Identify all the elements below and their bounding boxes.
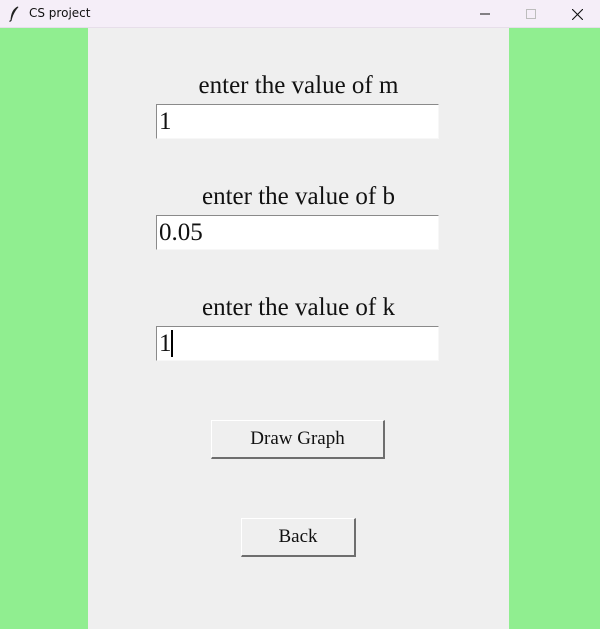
- app-window: CS project enter the value of m enter th…: [0, 0, 600, 629]
- m-input[interactable]: [156, 104, 439, 139]
- maximize-button[interactable]: [508, 0, 554, 28]
- b-label: enter the value of b: [202, 183, 395, 210]
- feather-icon: [8, 6, 20, 22]
- title-bar[interactable]: CS project: [0, 0, 600, 28]
- minimize-button[interactable]: [462, 0, 508, 28]
- window-title: CS project: [29, 6, 91, 20]
- left-green-panel: [0, 28, 88, 629]
- minimize-icon: [480, 9, 490, 19]
- close-button[interactable]: [554, 0, 600, 28]
- m-label: enter the value of m: [198, 72, 399, 99]
- k-input[interactable]: [156, 326, 439, 361]
- maximize-icon: [526, 9, 536, 19]
- right-green-panel: [509, 28, 600, 629]
- close-icon: [571, 8, 583, 20]
- k-label: enter the value of k: [202, 294, 395, 321]
- draw-graph-button[interactable]: Draw Graph: [211, 420, 385, 459]
- back-button[interactable]: Back: [241, 518, 356, 557]
- b-input[interactable]: [156, 215, 439, 250]
- text-cursor: [171, 330, 173, 357]
